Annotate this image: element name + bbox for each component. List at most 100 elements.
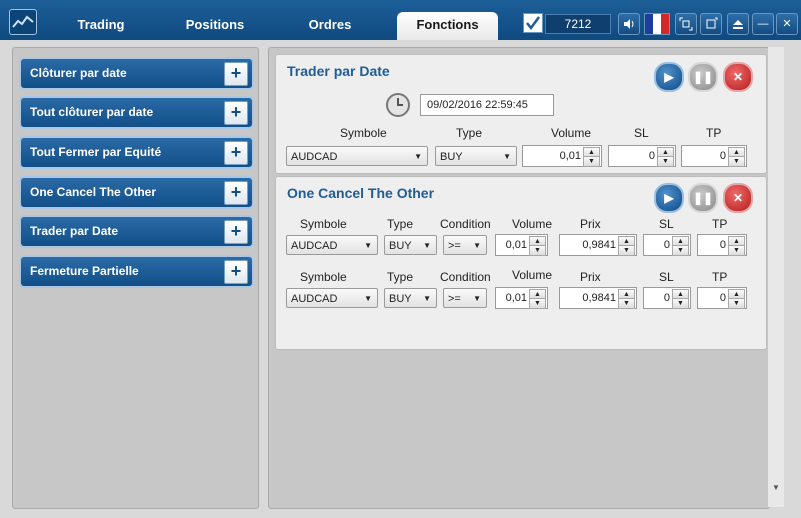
sidebar-item-one-cancel-the-other[interactable]: One Cancel The Other + bbox=[19, 176, 254, 209]
sound-icon[interactable] bbox=[618, 13, 640, 35]
type-value: BUY bbox=[389, 240, 412, 252]
one-cancel-the-other-card: One Cancel The Other ▶ ❚❚ ✕ bbox=[275, 176, 767, 350]
type-label: Type bbox=[387, 270, 414, 284]
symbol-select[interactable]: AUDCAD ▼ bbox=[286, 146, 428, 166]
stepper-down-icon[interactable]: ▼ bbox=[672, 298, 689, 309]
symbol-select[interactable]: AUDCAD ▼ bbox=[286, 235, 378, 255]
stepper-down-icon[interactable]: ▼ bbox=[728, 298, 745, 309]
symbole-label: Symbole bbox=[340, 126, 387, 140]
datetime-input[interactable]: 09/02/2016 22:59:45 bbox=[420, 94, 554, 116]
pause-button[interactable]: ❚❚ bbox=[688, 62, 718, 92]
chevron-down-icon: ▼ bbox=[423, 241, 431, 250]
check-icon[interactable] bbox=[523, 13, 543, 33]
sl-stepper[interactable]: 0 ▲ ▼ bbox=[643, 287, 691, 309]
stepper-down-icon[interactable]: ▼ bbox=[583, 156, 600, 167]
functions-sidebar: Clôturer par date + Tout clôturer par da… bbox=[12, 47, 259, 509]
stepper-down-icon[interactable]: ▼ bbox=[672, 245, 689, 256]
prix-stepper[interactable]: 0,9841 ▲ ▼ bbox=[559, 287, 637, 309]
language-flag-icon[interactable] bbox=[644, 13, 670, 35]
volume-stepper[interactable]: 0,01 ▲ ▼ bbox=[522, 145, 602, 167]
stop-button[interactable]: ✕ bbox=[723, 62, 753, 92]
stepper-down-icon[interactable]: ▼ bbox=[728, 156, 745, 167]
tab-fonctions[interactable]: Fonctions bbox=[397, 12, 498, 40]
condition-label: Condition bbox=[440, 217, 491, 231]
scroll-down-icon[interactable]: ▼ bbox=[772, 483, 780, 492]
symbole-label: Symbole bbox=[300, 217, 347, 231]
prix-label: Prix bbox=[580, 270, 601, 284]
restore-icon[interactable] bbox=[675, 13, 697, 35]
volume-stepper[interactable]: 0,01 ▲ ▼ bbox=[495, 287, 548, 309]
plus-icon[interactable]: + bbox=[224, 181, 248, 205]
close-button[interactable]: ✕ bbox=[776, 13, 798, 35]
tp-label: TP bbox=[712, 217, 728, 231]
stepper-down-icon[interactable]: ▼ bbox=[618, 298, 635, 309]
type-select[interactable]: BUY ▼ bbox=[384, 235, 437, 255]
sidebar-item-tout-cloturer[interactable]: Tout clôturer par date + bbox=[19, 96, 254, 129]
symbol-value: AUDCAD bbox=[291, 240, 338, 252]
eject-icon[interactable] bbox=[727, 13, 749, 35]
volume-label: Volume bbox=[512, 217, 553, 231]
prix-stepper[interactable]: 0,9841 ▲ ▼ bbox=[559, 234, 637, 256]
tp-stepper[interactable]: 0 ▲ ▼ bbox=[697, 234, 747, 256]
tp-value: 0 bbox=[719, 239, 726, 251]
tab-positions[interactable]: Positions bbox=[170, 12, 260, 40]
volume-value: 0,01 bbox=[505, 239, 527, 251]
sidebar-item-label: Tout Fermer par Equité bbox=[30, 145, 162, 159]
tab-ordres[interactable]: Ordres bbox=[290, 12, 370, 40]
condition-value: >= bbox=[448, 240, 461, 252]
pause-button[interactable]: ❚❚ bbox=[688, 183, 718, 213]
sidebar-item-tout-fermer-equite[interactable]: Tout Fermer par Equité + bbox=[19, 136, 254, 169]
sidebar-item-label: One Cancel The Other bbox=[30, 185, 157, 199]
prix-value: 0,9841 bbox=[582, 239, 616, 251]
prix-value: 0,9841 bbox=[582, 292, 616, 304]
chevron-down-icon: ▼ bbox=[423, 294, 431, 303]
play-button[interactable]: ▶ bbox=[654, 62, 684, 92]
volume-value: 0,01 bbox=[505, 292, 527, 304]
stepper-down-icon[interactable]: ▼ bbox=[529, 298, 546, 309]
tp-stepper[interactable]: 0 ▲ ▼ bbox=[697, 287, 747, 309]
volume-value: 0,01 bbox=[559, 150, 581, 162]
sl-value: 0 bbox=[663, 292, 670, 304]
sl-stepper[interactable]: 0 ▲ ▼ bbox=[608, 145, 676, 167]
condition-label: Condition bbox=[440, 270, 491, 284]
symbol-select[interactable]: AUDCAD ▼ bbox=[286, 288, 378, 308]
volume-label: Volume bbox=[551, 126, 592, 140]
plus-icon[interactable]: + bbox=[224, 260, 248, 284]
tp-value: 0 bbox=[719, 150, 726, 162]
plus-icon[interactable]: + bbox=[224, 101, 248, 125]
sidebar-item-label: Tout clôturer par date bbox=[30, 105, 154, 119]
condition-select[interactable]: >= ▼ bbox=[443, 288, 487, 308]
tab-trading[interactable]: Trading bbox=[58, 12, 144, 40]
symbol-value: AUDCAD bbox=[291, 151, 338, 163]
prix-label: Prix bbox=[580, 217, 601, 231]
play-button[interactable]: ▶ bbox=[654, 183, 684, 213]
sl-stepper[interactable]: 0 ▲ ▼ bbox=[643, 234, 691, 256]
type-label: Type bbox=[456, 126, 483, 140]
plus-icon[interactable]: + bbox=[224, 220, 248, 244]
stepper-down-icon[interactable]: ▼ bbox=[657, 156, 674, 167]
stepper-down-icon[interactable]: ▼ bbox=[728, 245, 745, 256]
sidebar-item-label: Trader par Date bbox=[30, 224, 119, 238]
plus-icon[interactable]: + bbox=[224, 141, 248, 165]
fit-icon[interactable] bbox=[700, 13, 722, 35]
minimize-button[interactable]: — bbox=[752, 13, 774, 35]
type-select[interactable]: BUY ▼ bbox=[435, 146, 517, 166]
sidebar-item-cloturer-par-date[interactable]: Clôturer par date + bbox=[19, 57, 254, 90]
stepper-down-icon[interactable]: ▼ bbox=[529, 245, 546, 256]
chevron-down-icon: ▼ bbox=[414, 152, 422, 161]
sidebar-item-trader-par-date[interactable]: Trader par Date + bbox=[19, 215, 254, 248]
type-select[interactable]: BUY ▼ bbox=[384, 288, 437, 308]
clock-icon[interactable] bbox=[386, 93, 410, 117]
vertical-scrollbar[interactable]: ▼ bbox=[768, 47, 784, 507]
tp-label: TP bbox=[712, 270, 728, 284]
volume-stepper[interactable]: 0,01 ▲ ▼ bbox=[495, 234, 548, 256]
tp-stepper[interactable]: 0 ▲ ▼ bbox=[681, 145, 747, 167]
volume-label: Volume bbox=[512, 268, 553, 282]
sidebar-item-fermeture-partielle[interactable]: Fermeture Partielle + bbox=[19, 255, 254, 288]
stop-button[interactable]: ✕ bbox=[723, 183, 753, 213]
stepper-down-icon[interactable]: ▼ bbox=[618, 245, 635, 256]
sl-label: SL bbox=[634, 126, 649, 140]
plus-icon[interactable]: + bbox=[224, 62, 248, 86]
condition-select[interactable]: >= ▼ bbox=[443, 235, 487, 255]
chevron-down-icon: ▼ bbox=[364, 241, 372, 250]
